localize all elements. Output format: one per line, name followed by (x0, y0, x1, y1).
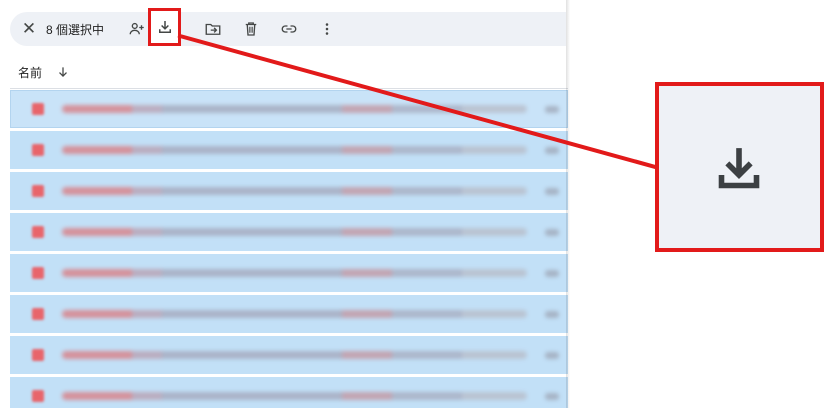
pdf-file-icon (32, 308, 44, 320)
drive-file-panel: ✕ 8 個選択中 名前 (0, 0, 568, 408)
blurred-file-name (62, 310, 527, 318)
link-icon (281, 25, 297, 33)
trash-icon (245, 22, 257, 36)
file-row[interactable] (10, 336, 568, 374)
share-person-add-icon (129, 22, 144, 35)
more-actions-button[interactable] (312, 14, 342, 44)
file-row[interactable] (10, 131, 568, 169)
file-row[interactable] (10, 213, 568, 251)
blurred-file-name (62, 187, 527, 195)
file-row[interactable] (10, 295, 568, 333)
pdf-file-icon (32, 390, 44, 402)
file-row[interactable] (10, 172, 568, 210)
blurred-file-name (62, 228, 527, 236)
blurred-file-meta (545, 392, 559, 400)
file-row[interactable] (10, 377, 568, 408)
blurred-file-name (62, 146, 527, 154)
pdf-file-icon (32, 226, 44, 238)
name-column-header[interactable]: 名前 (18, 64, 42, 81)
blurred-file-meta (545, 146, 559, 154)
blurred-file-meta (545, 187, 559, 195)
file-list (10, 90, 568, 408)
panel-edge-shadow (566, 0, 570, 408)
close-icon: ✕ (21, 19, 37, 38)
zoomed-download-callout (655, 82, 824, 252)
download-icon (718, 148, 760, 189)
move-to-folder-icon (205, 23, 221, 35)
pdf-file-icon (32, 144, 44, 156)
blurred-file-meta (545, 269, 559, 277)
pdf-file-icon (32, 267, 44, 279)
file-row[interactable] (10, 254, 568, 292)
pdf-file-icon (32, 103, 44, 115)
list-header: 名前 (18, 60, 70, 84)
blurred-file-meta (545, 228, 559, 236)
header-divider (10, 88, 568, 89)
download-button-highlight (148, 8, 181, 46)
download-icon (159, 21, 171, 33)
pdf-file-icon (32, 349, 44, 361)
blurred-file-name (62, 105, 527, 113)
selection-count: 8 個選択中 (46, 22, 105, 37)
screenshot-stage: ✕ 8 個選択中 名前 (0, 0, 824, 408)
pdf-file-icon (32, 185, 44, 197)
move-to-folder-button[interactable] (198, 14, 228, 44)
blurred-file-name (62, 351, 527, 359)
blurred-file-name (62, 392, 527, 400)
blurred-file-meta (545, 351, 559, 359)
selection-toolbar: ✕ 8 個選択中 (10, 12, 566, 46)
copy-link-button[interactable] (274, 14, 304, 44)
blurred-file-name (62, 269, 527, 277)
more-vert-icon (325, 23, 329, 35)
sort-direction-button[interactable] (56, 65, 70, 79)
file-row[interactable] (10, 90, 568, 128)
trash-button[interactable] (236, 14, 266, 44)
close-selection-button[interactable]: ✕ (14, 14, 44, 44)
blurred-file-meta (545, 310, 559, 318)
blurred-file-meta (545, 105, 559, 113)
arrow-down-icon (59, 67, 67, 77)
